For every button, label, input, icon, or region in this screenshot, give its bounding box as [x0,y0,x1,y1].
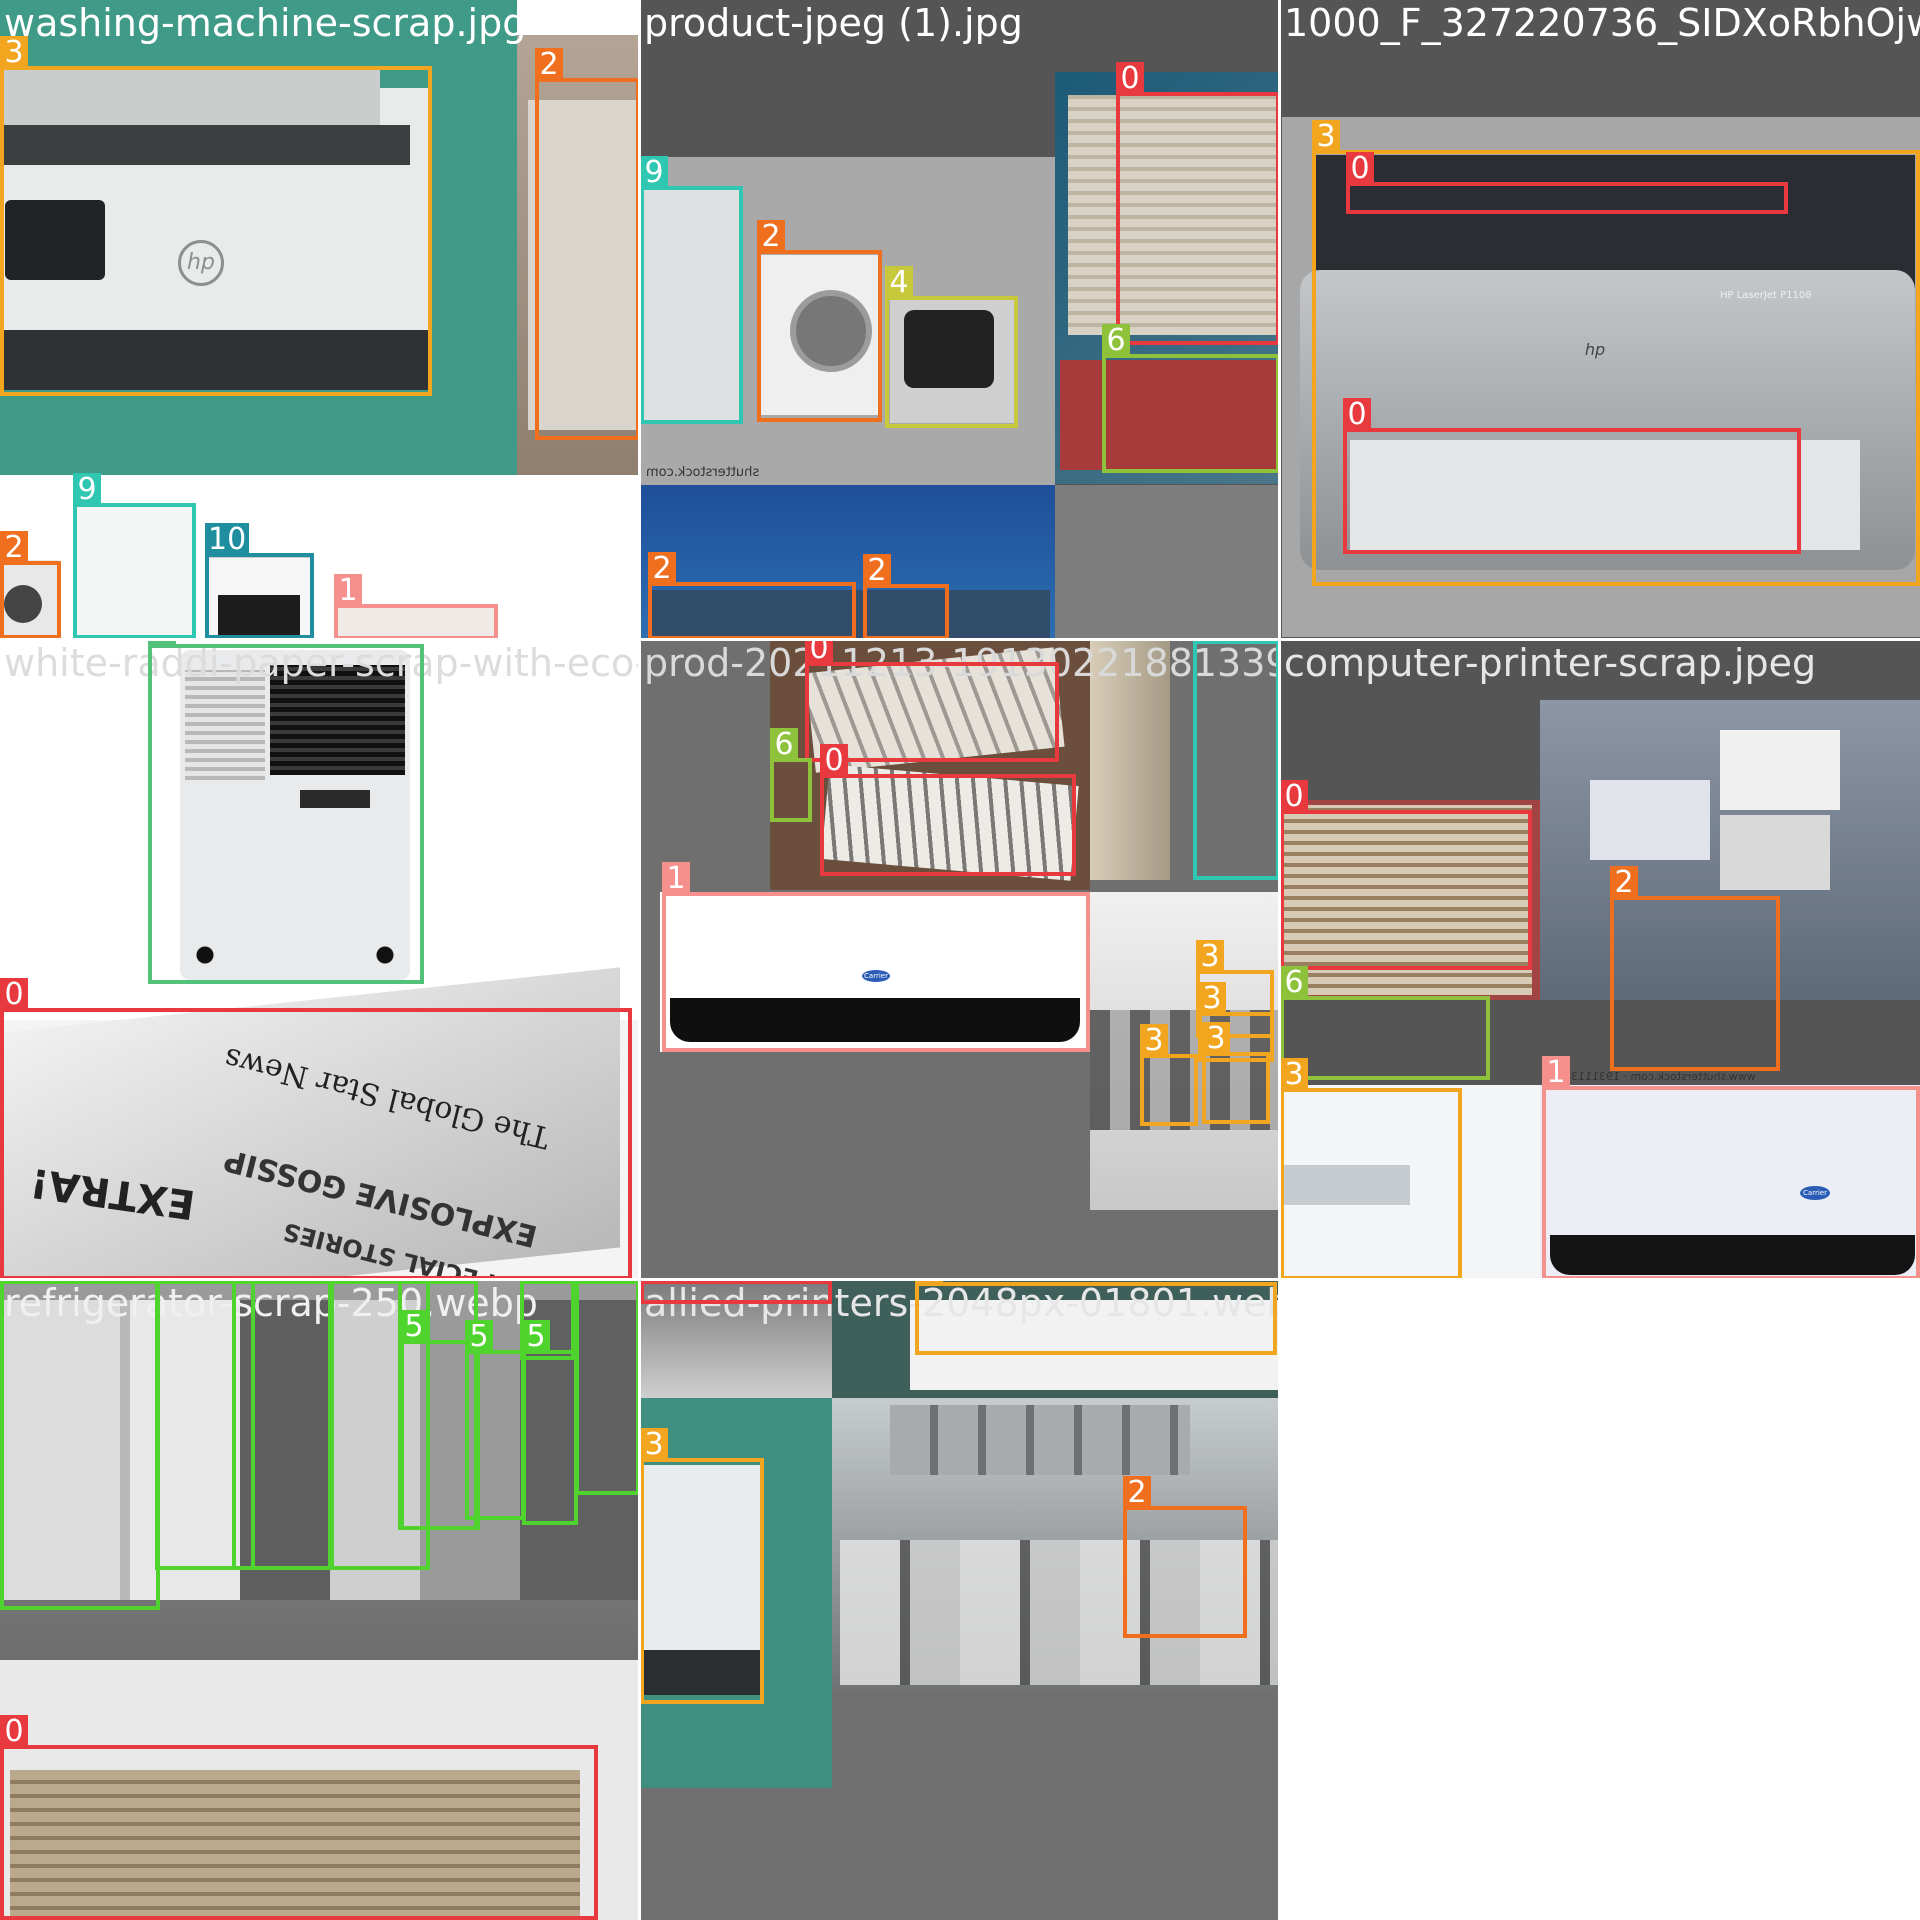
grid-separator [1278,0,1281,1920]
bbox-class-3[interactable]: 3 [0,36,432,396]
bbox-class-9[interactable]: 9 [1193,640,1280,880]
bbox-label: 1 [1542,1056,1570,1090]
bbox-label: 3 [1198,982,1226,1016]
bbox-label: 2 [648,552,676,586]
bbox-class-6[interactable]: 6 [770,728,812,822]
bbox-class-5[interactable]: 5 [575,1280,640,1495]
tile-title: 1000_F_327220736_SIDXoRbhOjwys [1284,1,1920,45]
bbox-class-3[interactable]: 3 [1202,1022,1270,1124]
bbox-class-5[interactable]: 5 [465,1320,525,1520]
bbox-label: 3 [1202,1022,1230,1056]
bbox-class-7[interactable]: 7 [148,640,424,984]
grid-separator [638,0,641,1920]
bbox-class-0[interactable]: 0 [1116,62,1280,345]
bbox-class-4[interactable]: 4 [885,266,1018,428]
bbox-class-10[interactable]: 10 [205,523,314,639]
grid-separator [0,1278,1920,1281]
tile-title: product-jpeg (1).jpg [644,1,1023,45]
bbox-label: 0 [1280,780,1308,814]
tile-raddi-paper-scrap[interactable]: The Global Star News EXTRA! EXPLOSIVE GO… [0,640,640,1280]
bbox-class-2[interactable]: 2 [648,552,856,640]
workshop-drums [890,1405,1190,1475]
stock-watermark: www.shutterstock.com · 1931113355 [1550,1070,1756,1083]
bbox-label: 0 [1346,152,1374,186]
bbox-class-3[interactable]: 3 [640,1428,764,1704]
bbox-label: 3 [1196,940,1224,974]
bbox-class-2[interactable]: 2 [535,48,640,440]
bbox-class-0[interactable]: 0 [1343,398,1801,554]
tile-title: computer-printer-scrap.jpeg [1284,641,1817,685]
gray-fill [1055,485,1280,640]
tile-washing-machine-scrap[interactable]: hp washing-machine-scrap.jpg 3 2 9 2 10 … [0,0,640,640]
bbox-class-2[interactable]: 2 [757,220,882,422]
bbox-label: 2 [863,554,891,588]
tile-title: washing-machine-scrap.jpg [4,1,527,45]
bbox-class-3[interactable]: 3 [1280,1058,1462,1280]
bbox-class-0[interactable]: 0 [1280,780,1532,970]
tile-laser-printer[interactable]: HP LaserJet P1108 hp 1000_F_327220736_SI… [1280,0,1920,640]
bbox-label: 0 [820,744,848,778]
bbox-label: 2 [757,220,785,254]
bbox-label: 0 [1343,398,1371,432]
microwave-2 [1590,780,1710,860]
bbox-label: 0 [805,640,833,666]
bbox-label: 2 [1123,1476,1151,1510]
empty-tile [1280,1280,1920,1920]
stock-watermark: shutterstock.com [646,465,760,480]
bbox-class-0[interactable]: 0 [0,1715,598,1920]
microwave-1 [1720,730,1840,810]
bbox-label: 2 [0,531,28,565]
bbox-class-3[interactable]: 3 [915,1280,1277,1355]
bbox-class-2[interactable]: 2 [863,554,949,640]
bbox-class-3[interactable]: 3 [1140,1024,1198,1126]
bbox-class-1[interactable]: 1 [1542,1056,1920,1280]
bbox-class-0[interactable]: 0 [1346,152,1788,214]
bbox-class-5[interactable]: 5 [0,1280,160,1610]
tile-allied-printers[interactable]: allied-printers-2048px-01801.webp 0 3 3 … [640,1280,1280,1920]
bbox-class-0[interactable]: 0 [0,978,632,1280]
bbox-class-0[interactable]: 0 [640,1280,832,1304]
bbox-label: 5 [465,1320,493,1354]
bbox-class-6[interactable]: 6 [1280,966,1490,1080]
bbox-label: 10 [205,523,250,557]
detection-mosaic: hp washing-machine-scrap.jpg 3 2 9 2 10 … [0,0,1920,1920]
bbox-label: 0 [0,978,28,1012]
bbox-label: 2 [535,48,563,82]
tile-refrigerator-scrap[interactable]: refrigerator-scrap-250.webp 5 5 5 5 5 5 … [0,1280,640,1920]
bbox-label: 3 [1280,1058,1308,1092]
bbox-label: 6 [1102,324,1130,358]
bbox-class-2[interactable]: 2 [1610,866,1780,1071]
bbox-label: 5 [400,1310,428,1344]
bbox-class-0[interactable]: 0 [820,744,1076,876]
tile-computer-printer-scrap[interactable]: www.shutterstock.com · 1931113355 Carrie… [1280,640,1920,1280]
bbox-label: 3 [1312,120,1340,154]
bbox-label: 6 [770,728,798,762]
bbox-class-9[interactable]: 9 [73,473,196,639]
bbox-label: 1 [334,574,362,608]
bbox-label: 3 [640,1428,668,1462]
bbox-class-1[interactable]: 1 [334,574,498,640]
grid-separator [0,638,1920,641]
bbox-label: 3 [1140,1024,1168,1058]
bbox-label: 0 [0,1715,28,1749]
bbox-label: 1 [662,862,690,896]
bbox-label: 5 [522,1320,550,1354]
bbox-class-2[interactable]: 2 [0,531,61,639]
bbox-label: 0 [1116,62,1144,96]
tile-product-jpeg[interactable]: shutterstock.com product-jpeg (1).jpg 9 … [640,0,1280,640]
bbox-class-5[interactable]: 5 [232,1280,332,1570]
bbox-class-6[interactable]: 6 [1102,324,1280,473]
bbox-label: 2 [1610,866,1638,900]
bbox-label: 9 [640,156,668,190]
bbox-class-9[interactable]: 9 [640,156,743,424]
bbox-label: 6 [1280,966,1308,1000]
microwave-3 [1720,815,1830,890]
bbox-class-5[interactable]: 5 [522,1320,578,1525]
bbox-class-1[interactable]: 1 [662,862,1090,1052]
tile-prod-20211213[interactable]: Carrier prod-20211213-191302218813393233… [640,640,1280,1280]
bbox-label: 3 [0,36,28,70]
bbox-class-2[interactable]: 2 [1123,1476,1247,1638]
bbox-label: 9 [73,473,101,507]
bbox-label: 4 [885,266,913,300]
